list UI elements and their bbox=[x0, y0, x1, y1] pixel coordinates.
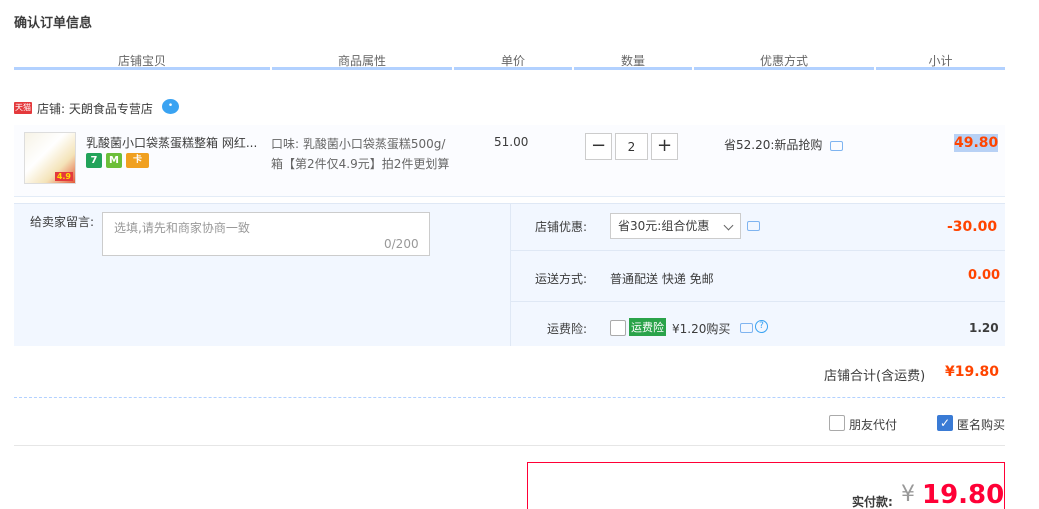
quantity-input[interactable] bbox=[615, 133, 648, 160]
product-name-link[interactable]: 乳酸菌小口袋蒸蛋糕整箱 网红... bbox=[86, 134, 264, 151]
thumbnail-badge: 4.9 bbox=[54, 172, 73, 181]
promotion-text: 省52.20:新品抢购 bbox=[724, 138, 823, 152]
shop-total-label: 店铺合计(含运费) bbox=[824, 369, 926, 384]
shop-discount-value: -30.00 bbox=[947, 219, 998, 235]
decrease-quantity-button[interactable]: − bbox=[585, 133, 612, 160]
payment-amount: 19.80 bbox=[922, 480, 1005, 509]
message-bubble-icon[interactable] bbox=[830, 141, 843, 151]
item-subtotal: 49.80 bbox=[954, 134, 999, 152]
currency-symbol: ¥ bbox=[901, 482, 915, 507]
shop-discount-selected: 省30元:组合优惠 bbox=[618, 219, 710, 233]
service-guarantee-icon: M bbox=[106, 153, 122, 168]
insurance-badge: 运费险 bbox=[629, 318, 666, 336]
shop-discount-select[interactable]: 省30元:组合优惠 bbox=[610, 213, 741, 239]
chevron-down-icon bbox=[723, 220, 734, 231]
payment-label: 实付款: bbox=[852, 495, 893, 509]
insurance-label: 运费险: bbox=[547, 322, 588, 336]
insurance-checkbox[interactable] bbox=[610, 320, 626, 336]
unit-price: 51.00 bbox=[494, 135, 529, 149]
divider bbox=[510, 250, 1005, 251]
shop-total-value: ¥19.80 bbox=[945, 364, 1000, 380]
seller-message-placeholder: 选填,请先和商家协商一致 bbox=[114, 221, 250, 235]
header-divider bbox=[14, 67, 1005, 70]
friend-pay-checkbox[interactable] bbox=[829, 415, 845, 431]
insurance-value: 1.20 bbox=[969, 321, 999, 335]
attribute-line: 口味: 乳酸菌小口袋蒸蛋糕500g/ bbox=[271, 137, 446, 151]
shop-total-divider bbox=[14, 397, 1005, 398]
message-bubble-icon[interactable] bbox=[740, 323, 753, 333]
tmall-badge: 天猫 bbox=[14, 102, 32, 114]
question-circle-icon[interactable]: ? bbox=[755, 320, 768, 333]
wangwang-chat-icon[interactable]: • bbox=[162, 99, 179, 114]
shipping-label: 运送方式: bbox=[535, 272, 588, 286]
seller-message-counter: 0/200 bbox=[384, 237, 419, 251]
credit-card-icon: 卡 bbox=[126, 153, 149, 168]
anonymous-purchase-label[interactable]: 匿名购买 bbox=[957, 416, 1005, 433]
page-title: 确认订单信息 bbox=[14, 16, 93, 31]
shop-name[interactable]: 店铺: 天朗食品专营店 bbox=[37, 100, 153, 117]
quantity-stepper: − + bbox=[585, 133, 678, 160]
message-bubble-icon[interactable] bbox=[747, 221, 760, 231]
divider bbox=[14, 445, 1005, 446]
friend-pay-label[interactable]: 朋友代付 bbox=[849, 416, 897, 433]
product-attributes: 口味: 乳酸菌小口袋蒸蛋糕500g/ 箱【第2件仅4.9元】拍2件更划算 bbox=[271, 134, 456, 174]
shipping-fee: 0.00 bbox=[968, 268, 1001, 283]
seven-day-return-icon: 7 bbox=[86, 153, 102, 168]
increase-quantity-button[interactable]: + bbox=[651, 133, 678, 160]
shipping-method: 普通配送 快递 免邮 bbox=[610, 272, 714, 286]
shop-discount-label: 店铺优惠: bbox=[535, 220, 588, 234]
anonymous-checkbox-checked[interactable]: ✓ bbox=[937, 415, 953, 431]
attribute-line: 箱【第2件仅4.9元】拍2件更划算 bbox=[271, 157, 450, 171]
insurance-price-text: ¥1.20购买 bbox=[672, 322, 731, 336]
product-thumbnail[interactable]: 4.9 bbox=[24, 132, 76, 184]
seller-message-label: 给卖家留言: bbox=[30, 215, 95, 229]
divider bbox=[510, 301, 1005, 302]
